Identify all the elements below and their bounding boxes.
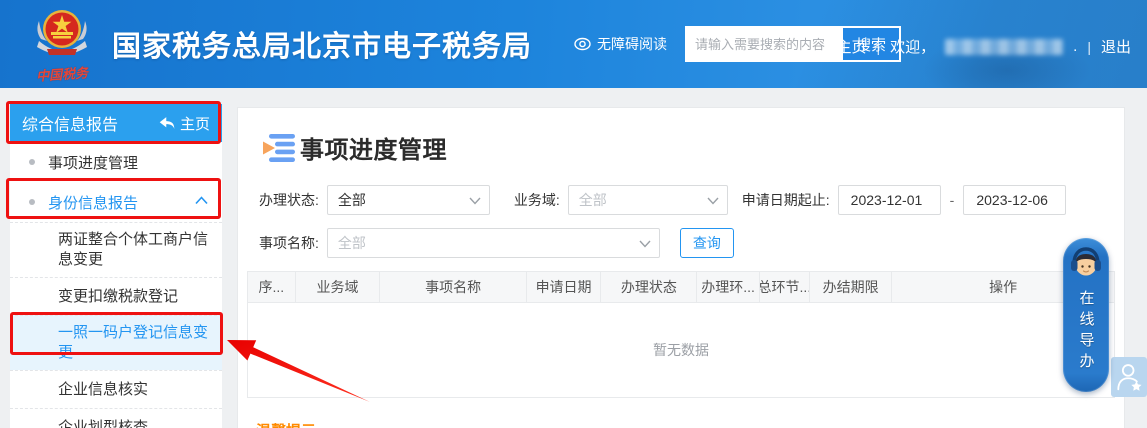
app-header: 中国税务 国家税务总局北京市电子税务局 无障碍阅读 搜索 主页 | 欢迎， . … [0, 0, 1147, 88]
item-name-select[interactable]: 全部 [327, 228, 660, 258]
online-guide-label: 在线导办 [1076, 290, 1097, 374]
status-value: 全部 [338, 190, 366, 210]
online-guide-button[interactable]: 在线导办 [1063, 238, 1109, 392]
empty-text: 暂无数据 [653, 340, 709, 360]
chevron-down-icon [639, 240, 651, 248]
item-name-value: 全部 [338, 233, 366, 253]
status-select[interactable]: 全部 [327, 185, 490, 215]
list-play-icon [262, 133, 296, 163]
sidebar-subitem-one-license[interactable]: 一照一码户登记信息变更 [10, 315, 222, 370]
accessibility-label: 无障碍阅读 [597, 34, 667, 54]
logout-link[interactable]: 退出 [1101, 36, 1131, 57]
table-header-row: 序... 业务域 事项名称 申请日期 办理状态 办理环... 总环节... 办结… [248, 272, 1114, 302]
sidebar-item-identity-report[interactable]: 身份信息报告 [10, 182, 222, 222]
col-step: 办理环... [697, 272, 759, 302]
table-empty-state: 暂无数据 [248, 302, 1114, 397]
chevron-down-icon [469, 197, 481, 205]
status-label: 办理状态: [259, 190, 319, 210]
nav-separator: | [877, 39, 881, 55]
date-range-label: 申请日期起止: [742, 190, 830, 210]
sidebar-subitem-two-cert[interactable]: 两证整合个体工商户信息变更 [10, 222, 222, 277]
tips-title: 温馨提示 [256, 420, 1124, 428]
bullet-icon [29, 159, 35, 165]
item-name-label: 事项名称: [259, 233, 319, 253]
page-title: 事项进度管理 [300, 130, 447, 165]
chevron-down-icon [707, 197, 719, 205]
search-input[interactable] [687, 28, 843, 60]
top-nav: 主页 | 欢迎， . | 退出 [837, 36, 1132, 57]
sidebar-subitem-label: 一照一码户登记信息变更 [58, 323, 214, 363]
sidebar-subitem-label: 两证整合个体工商户信息变更 [58, 230, 214, 270]
profile-favorite-button[interactable] [1111, 357, 1147, 397]
sidebar-subitem-label: 企业信息核实 [58, 380, 148, 400]
date-from-input[interactable] [838, 185, 941, 215]
col-serial: 序... [248, 272, 296, 302]
sidebar-item-label: 身份信息报告 [48, 192, 138, 213]
items-table: 序... 业务域 事项名称 申请日期 办理状态 办理环... 总环节... 办结… [247, 271, 1115, 398]
filter-row-2: 事项名称: 全部 查询 [259, 228, 1124, 258]
blurred-username [945, 39, 1063, 55]
filter-row-1: 办理状态: 全部 业务域: 全部 申请日期起止: [259, 185, 1124, 215]
sidebar-item-label: 事项进度管理 [48, 152, 138, 173]
person-star-icon [1115, 361, 1143, 393]
bullet-icon [29, 199, 35, 205]
query-button[interactable]: 查询 [680, 228, 734, 258]
national-emblem-icon [33, 5, 91, 63]
sidebar-subitem-enterprise-type[interactable]: 企业划型核查 [10, 408, 222, 428]
nav-separator: | [1087, 39, 1091, 55]
tax-bureau-logo: 中国税务 [26, 5, 98, 83]
col-domain: 业务域 [296, 272, 381, 302]
col-status: 办理状态 [601, 272, 697, 302]
date-to-input[interactable] [963, 185, 1066, 215]
back-arrow-icon [159, 116, 175, 130]
sidebar-section-header: 综合信息报告 主页 [10, 104, 222, 142]
accessibility-link[interactable]: 无障碍阅读 [574, 34, 667, 54]
sidebar-subitem-enterprise-verify[interactable]: 企业信息核实 [10, 370, 222, 408]
page-title-row: 事项进度管理 [262, 130, 1124, 165]
sidebar-subitem-withholding[interactable]: 变更扣缴税款登记 [10, 277, 222, 315]
main-panel: 事项进度管理 办理状态: 全部 业务域: 全部 [237, 107, 1125, 428]
col-deadline: 办结期限 [810, 272, 892, 302]
date-separator: - [950, 192, 955, 208]
assistant-mascot-icon [1067, 244, 1105, 282]
sidebar: 综合信息报告 主页 事项进度管理 身份信息报告 两证整合个体工商户信息变更 变更… [10, 104, 222, 428]
col-total: 总环节... [760, 272, 810, 302]
welcome-text: 欢迎， [890, 36, 935, 57]
logo-caption: 中国税务 [35, 62, 88, 85]
app-title: 国家税务总局北京市电子税务局 [112, 23, 532, 65]
col-item: 事项名称 [380, 272, 526, 302]
chevron-up-icon [195, 196, 208, 205]
col-date: 申请日期 [527, 272, 601, 302]
welcome-suffix: . [1073, 38, 1077, 55]
sidebar-subitem-label: 变更扣缴税款登记 [58, 287, 178, 307]
sidebar-subitem-label: 企业划型核查 [58, 418, 148, 428]
eye-icon [574, 37, 591, 51]
domain-select[interactable]: 全部 [568, 185, 728, 215]
sidebar-section-title: 综合信息报告 [22, 111, 118, 135]
domain-label: 业务域: [514, 190, 560, 210]
filters: 办理状态: 全部 业务域: 全部 申请日期起止: [259, 185, 1124, 258]
nav-home-link[interactable]: 主页 [837, 36, 867, 57]
domain-value: 全部 [579, 190, 607, 210]
page: 中国税务 国家税务总局北京市电子税务局 无障碍阅读 搜索 主页 | 欢迎， . … [0, 0, 1147, 428]
sidebar-home-link[interactable]: 主页 [159, 113, 210, 134]
sidebar-home-label: 主页 [180, 113, 210, 134]
sidebar-item-progress[interactable]: 事项进度管理 [10, 142, 222, 182]
